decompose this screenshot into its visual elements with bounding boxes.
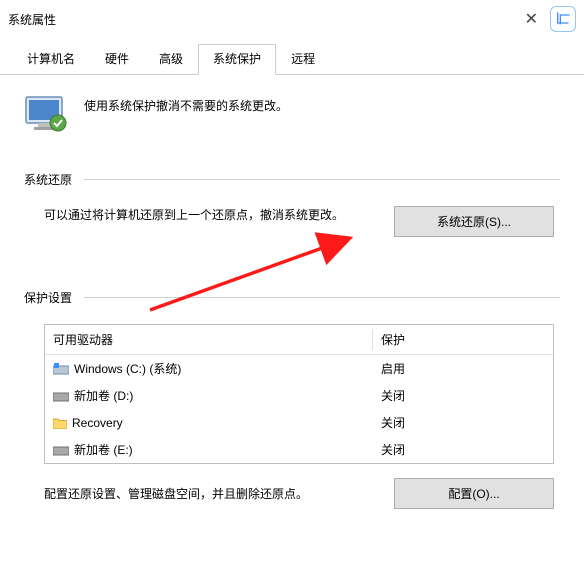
drive-status: 关闭	[373, 439, 553, 460]
tab-remote[interactable]: 远程	[276, 44, 330, 74]
drive-name: Recovery	[72, 416, 123, 430]
divider	[84, 179, 560, 180]
drive-row[interactable]: 新加卷 (D:) 关闭	[45, 382, 553, 409]
drive-status: 关闭	[373, 385, 553, 406]
configure-description: 配置还原设置、管理磁盘空间，并且删除还原点。	[44, 485, 374, 502]
drive-status: 关闭	[373, 412, 553, 433]
drive-name: 新加卷 (D:)	[74, 387, 133, 404]
system-protection-icon	[24, 93, 70, 135]
section-protection-title: 保护设置	[24, 289, 72, 306]
drive-name: 新加卷 (E:)	[74, 441, 133, 458]
drive-list[interactable]: 可用驱动器 保护 Windows (C:) (系统) 启用 新加卷 (D:)	[44, 324, 554, 464]
drive-status: 启用	[373, 358, 553, 379]
tab-advanced[interactable]: 高级	[144, 44, 198, 74]
drive-header: 可用驱动器 保护	[45, 325, 553, 355]
column-status-header: 保护	[373, 329, 553, 350]
folder-icon	[53, 417, 67, 429]
tabs-bar: 计算机名 硬件 高级 系统保护 远程	[0, 44, 584, 75]
disk-icon	[53, 444, 69, 456]
drive-name: Windows (C:) (系统)	[74, 360, 181, 377]
window-title: 系统属性	[8, 11, 56, 28]
drive-row[interactable]: Recovery 关闭	[45, 409, 553, 436]
disk-icon	[53, 390, 69, 402]
windows-disk-icon	[53, 363, 69, 375]
section-restore-title: 系统还原	[24, 171, 72, 188]
divider	[84, 297, 560, 298]
tab-system-protection[interactable]: 系统保护	[198, 44, 276, 75]
configure-button[interactable]: 配置(O)...	[394, 478, 554, 509]
tab-computer-name[interactable]: 计算机名	[12, 44, 90, 74]
tab-hardware[interactable]: 硬件	[90, 44, 144, 74]
system-restore-button[interactable]: 系统还原(S)...	[394, 206, 554, 237]
column-drive-header: 可用驱动器	[45, 329, 373, 350]
crop-icon[interactable]	[550, 6, 576, 32]
drive-row[interactable]: Windows (C:) (系统) 启用	[45, 355, 553, 382]
close-icon[interactable]: ✕	[521, 9, 542, 29]
restore-description: 可以通过将计算机还原到上一个还原点，撤消系统更改。	[44, 206, 370, 225]
intro-text: 使用系统保护撤消不需要的系统更改。	[84, 93, 288, 114]
drive-row[interactable]: 新加卷 (E:) 关闭	[45, 436, 553, 463]
